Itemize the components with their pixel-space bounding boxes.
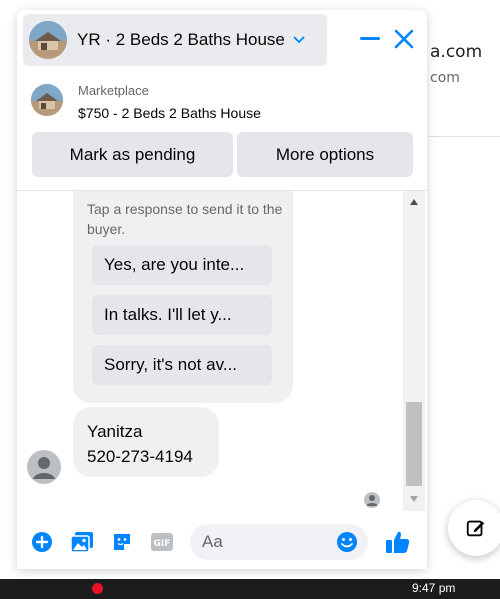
notification-badge bbox=[92, 583, 103, 594]
taskbar: 9:47 pm bbox=[0, 579, 500, 599]
house-thumbnail bbox=[29, 21, 67, 59]
message-name: Yanitza bbox=[87, 422, 143, 441]
thumbs-up-icon bbox=[386, 531, 410, 553]
close-icon bbox=[394, 29, 414, 49]
conversation-title: YR · 2 Beds 2 Baths House bbox=[77, 30, 285, 49]
minimize-button[interactable] bbox=[357, 26, 383, 52]
avatar bbox=[27, 450, 61, 484]
listing-title: $750 - 2 Beds 2 Baths House bbox=[78, 105, 261, 121]
chevron-down-icon bbox=[293, 36, 305, 44]
more-options-button[interactable]: More options bbox=[237, 132, 413, 177]
user-icon bbox=[366, 495, 378, 506]
chat-header: YR · 2 Beds 2 Baths House bbox=[17, 10, 427, 74]
listing-thumbnail bbox=[31, 84, 63, 116]
gif-icon: GIF bbox=[151, 533, 173, 551]
close-button[interactable] bbox=[391, 26, 417, 52]
marketplace-listing[interactable]: Marketplace $750 - 2 Beds 2 Baths House bbox=[17, 76, 427, 134]
quick-reply-button[interactable]: Sorry, it's not av... bbox=[92, 345, 272, 385]
scrollbar-thumb[interactable] bbox=[406, 402, 422, 486]
suggested-responses-hint: Tap a response to send it to the buyer. bbox=[87, 201, 283, 237]
sticker-icon bbox=[114, 534, 130, 550]
listing-category: Marketplace bbox=[78, 83, 149, 98]
minimize-icon bbox=[360, 37, 380, 40]
attach-photo-button[interactable] bbox=[69, 529, 95, 555]
background-divider bbox=[428, 136, 500, 137]
background-subtext: com bbox=[430, 70, 460, 86]
quick-reply-button[interactable]: In talks. I'll let y... bbox=[92, 295, 272, 335]
seen-indicator-avatar bbox=[364, 492, 380, 508]
plus-circle-icon bbox=[32, 532, 52, 552]
smiley-icon bbox=[337, 532, 357, 552]
message-list[interactable]: Tap a response to send it to the buyer. … bbox=[17, 191, 427, 511]
composer: GIF bbox=[17, 515, 427, 569]
scrollbar[interactable] bbox=[403, 191, 425, 511]
compose-icon bbox=[466, 520, 485, 537]
new-message-button[interactable] bbox=[448, 500, 500, 556]
scroll-up-arrow-icon[interactable] bbox=[410, 199, 418, 205]
gif-button[interactable]: GIF bbox=[149, 529, 175, 555]
chat-window: YR · 2 Beds 2 Baths House Marketplace $7… bbox=[17, 10, 427, 569]
mark-as-pending-button[interactable]: Mark as pending bbox=[32, 132, 233, 177]
sticker-button[interactable] bbox=[109, 529, 135, 555]
svg-text:GIF: GIF bbox=[154, 539, 171, 549]
like-button[interactable] bbox=[385, 529, 411, 555]
message-bubble: Yanitza 520-273-4194 bbox=[73, 407, 219, 477]
quick-reply-button[interactable]: Yes, are you inte... bbox=[92, 245, 272, 285]
message-phone: 520-273-4194 bbox=[87, 447, 193, 466]
taskbar-clock: 9:47 pm bbox=[412, 581, 456, 595]
conversation-title-button[interactable]: YR · 2 Beds 2 Baths House bbox=[23, 14, 327, 66]
emoji-button[interactable] bbox=[334, 529, 360, 555]
photo-icon bbox=[70, 532, 93, 553]
user-icon bbox=[33, 457, 55, 479]
scroll-down-arrow-icon[interactable] bbox=[410, 496, 418, 502]
background-text: a.com bbox=[430, 42, 483, 62]
more-actions-button[interactable] bbox=[29, 529, 55, 555]
